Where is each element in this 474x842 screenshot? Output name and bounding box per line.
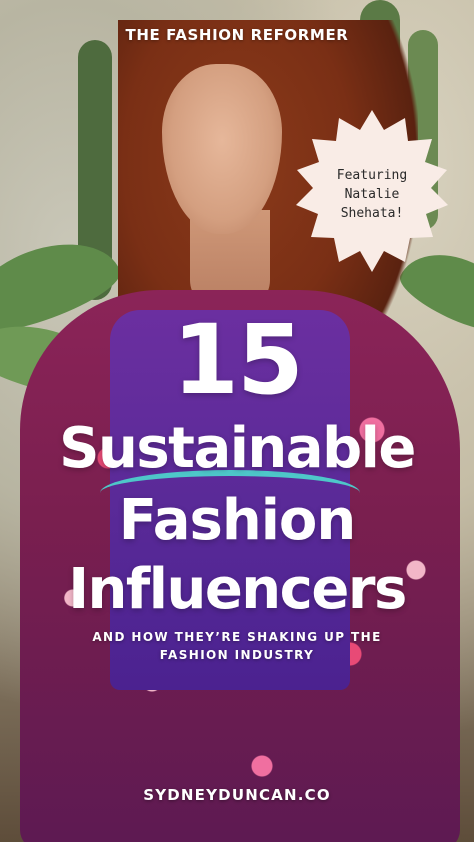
featuring-badge: Featuring Natalie Shehata!: [286, 108, 458, 280]
subtitle-line: AND HOW THEY’RE SHAKING UP THE: [92, 630, 382, 644]
badge-text: Featuring Natalie Shehata!: [286, 166, 458, 223]
badge-line: Featuring: [336, 168, 408, 183]
subtitle: AND HOW THEY’RE SHAKING UP THE FASHION I…: [0, 628, 474, 664]
brand-title: THE FASHION REFORMER: [125, 26, 349, 44]
subtitle-line: FASHION INDUSTRY: [159, 648, 315, 662]
headline-number: 15: [172, 304, 304, 416]
website-url: SYDNEYDUNCAN.CO: [143, 786, 331, 804]
headline-line: Influencers: [68, 557, 407, 622]
pin-graphic: THE FASHION REFORMER Featuring Natalie S…: [0, 0, 474, 842]
badge-line: Shehata!: [340, 206, 404, 221]
badge-line: Natalie: [344, 187, 400, 202]
headline-line: Sustainable: [59, 416, 416, 481]
headline-line: Fashion: [118, 488, 357, 553]
